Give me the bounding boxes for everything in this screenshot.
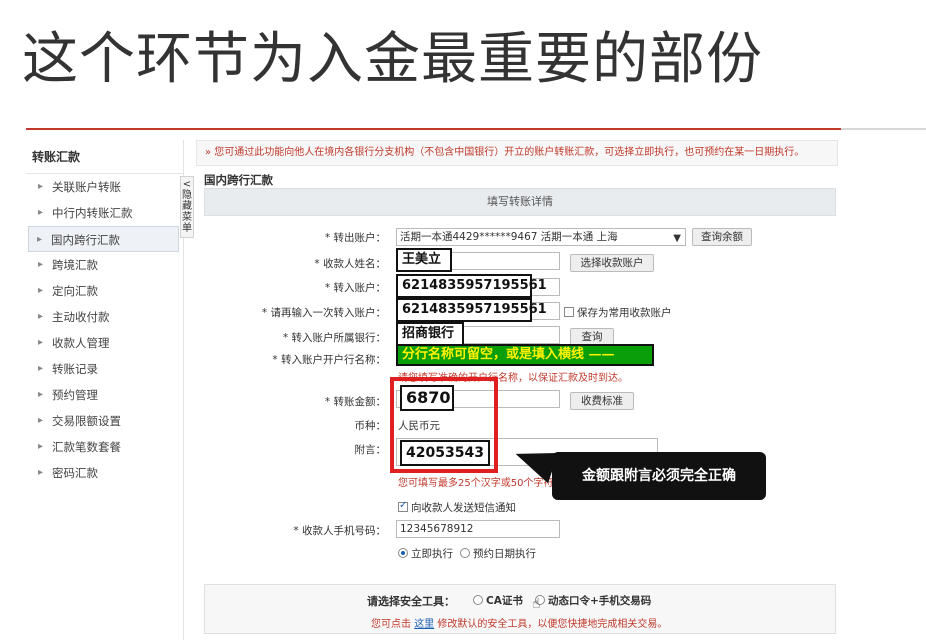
from-account-select[interactable]: 活期一本通4429******9467 活期一本通 上海 ▼ (396, 228, 686, 246)
exec-now-option[interactable]: 立即执行 (398, 546, 453, 561)
hand-cursor-icon: ☝ (532, 596, 541, 612)
exec-now-radio[interactable] (398, 548, 408, 558)
sms-notify-option[interactable]: 向收款人发送短信通知 (398, 500, 516, 515)
from-account-value: 活期一本通4429******9467 活期一本通 上海 (400, 231, 618, 243)
sidebar: 转账汇款 关联账户转账 中行内转账汇款 国内跨行汇款 跨境汇款 定向汇款 主动收… (26, 140, 184, 640)
security-hint-prefix: 您可点击 (371, 619, 411, 630)
security-option-ca[interactable]: CA证书 (473, 593, 523, 608)
notice-banner: » 您可通过此功能向他人在境内各银行分支机构（不包含中国银行）开立的账户转账汇款… (196, 140, 838, 166)
sidebar-item-cross-border[interactable]: 跨境汇款 (26, 252, 183, 278)
security-hint-suffix: 修改默认的安全工具，以便您快捷地完成相关交易。 (437, 619, 668, 630)
bank-label: * 转入账户所属银行： (282, 332, 386, 344)
save-payee-checkbox[interactable] (564, 307, 574, 317)
security-option-dynamic[interactable]: 动态口令+手机交易码 (535, 593, 651, 608)
amount-label: * 转账金额： (324, 396, 386, 408)
exec-schedule-option[interactable]: 预约日期执行 (460, 546, 536, 561)
to-account-value: 6214835957195561 (396, 274, 547, 298)
query-balance-button[interactable]: 查询余额 (692, 228, 752, 246)
sidebar-item-package[interactable]: 汇款笔数套餐 (26, 434, 183, 460)
ca-label: CA证书 (486, 595, 523, 607)
sidebar-item-directed[interactable]: 定向汇款 (26, 278, 183, 304)
sms-notify-label: 向收款人发送短信通知 (411, 502, 516, 514)
currency-label: 币种： (354, 420, 387, 432)
security-change-link[interactable]: 这里 (414, 619, 434, 630)
callout-annotation: 金额跟附言必须完全正确 (552, 452, 766, 500)
memo-label: 附言： (354, 444, 387, 456)
slide-title: 这个环节为入金最重要的部份 (22, 27, 763, 92)
from-account-label: * 转出账户： (324, 232, 386, 244)
branch-label: * 转入账户开户行名称： (272, 354, 386, 366)
sms-notify-checkbox[interactable] (398, 500, 408, 512)
select-payee-button[interactable]: 选择收款账户 (570, 254, 654, 272)
confirm-account-value: 6214835957195561 (396, 298, 547, 322)
exec-schedule-label: 预约日期执行 (473, 548, 536, 560)
payee-name-value: 王美立 (396, 248, 452, 272)
save-payee-option[interactable]: 保存为常用收款账户 (564, 305, 672, 320)
hide-menu-char: 单 (182, 223, 192, 234)
security-hint: 您可点击 这里 修改默认的安全工具，以便您快捷地完成相关交易。 (371, 615, 667, 630)
hide-menu-tab[interactable]: < 隐 藏 菜 单 (180, 176, 194, 238)
sidebar-item-limit-settings[interactable]: 交易限额设置 (26, 408, 183, 434)
to-account-label: * 转入账户： (324, 282, 386, 294)
title-divider-accent (26, 128, 841, 130)
sidebar-item-password-remit[interactable]: 密码汇款 (26, 460, 183, 486)
sidebar-item-interbank[interactable]: 国内跨行汇款 (28, 226, 179, 253)
dynamic-label: 动态口令+手机交易码 (548, 595, 652, 607)
exec-schedule-radio[interactable] (460, 548, 470, 558)
security-tool-panel: 请选择安全工具： CA证书 动态口令+手机交易码 您可点击 这里 修改默认的安全… (204, 584, 836, 634)
title-divider (26, 128, 926, 130)
bank-value: 招商银行 (396, 322, 464, 346)
sidebar-item-active-payment[interactable]: 主动收付款 (26, 304, 183, 330)
collapse-chevron-icon: < (182, 179, 192, 190)
confirm-account-label: * 请再输入一次转入账户： (261, 307, 386, 319)
fee-standard-button[interactable]: 收费标准 (570, 392, 634, 410)
sidebar-title: 转账汇款 (26, 140, 183, 174)
amount-memo-highlight (390, 377, 498, 473)
phone-input[interactable]: 12345678912 (396, 520, 560, 538)
ca-radio[interactable] (473, 595, 483, 605)
hide-menu-char: 菜 (182, 212, 192, 223)
dropdown-arrow-icon: ▼ (673, 233, 681, 244)
security-tool-label: 请选择安全工具： (367, 595, 455, 608)
phone-value: 12345678912 (400, 523, 474, 535)
sidebar-item-transfer-records[interactable]: 转账记录 (26, 356, 183, 382)
sidebar-item-linked-transfer[interactable]: 关联账户转账 (26, 174, 183, 200)
payee-name-label: * 收款人姓名： (314, 258, 386, 270)
sidebar-item-payee-management[interactable]: 收款人管理 (26, 330, 183, 356)
form-header: 填写转账详情 (204, 188, 836, 216)
hide-menu-char: 隐 (182, 190, 192, 201)
save-payee-label: 保存为常用收款账户 (577, 307, 672, 319)
section-title: 国内跨行汇款 (204, 173, 273, 187)
exec-now-label: 立即执行 (411, 548, 453, 560)
sidebar-item-schedule-management[interactable]: 预约管理 (26, 382, 183, 408)
phone-label: * 收款人手机号码： (293, 525, 386, 537)
sidebar-item-boc-transfer[interactable]: 中行内转账汇款 (26, 200, 183, 226)
hide-menu-char: 藏 (182, 201, 192, 212)
branch-annotation: 分行名称可留空，或是填入横线 —— (396, 344, 654, 366)
